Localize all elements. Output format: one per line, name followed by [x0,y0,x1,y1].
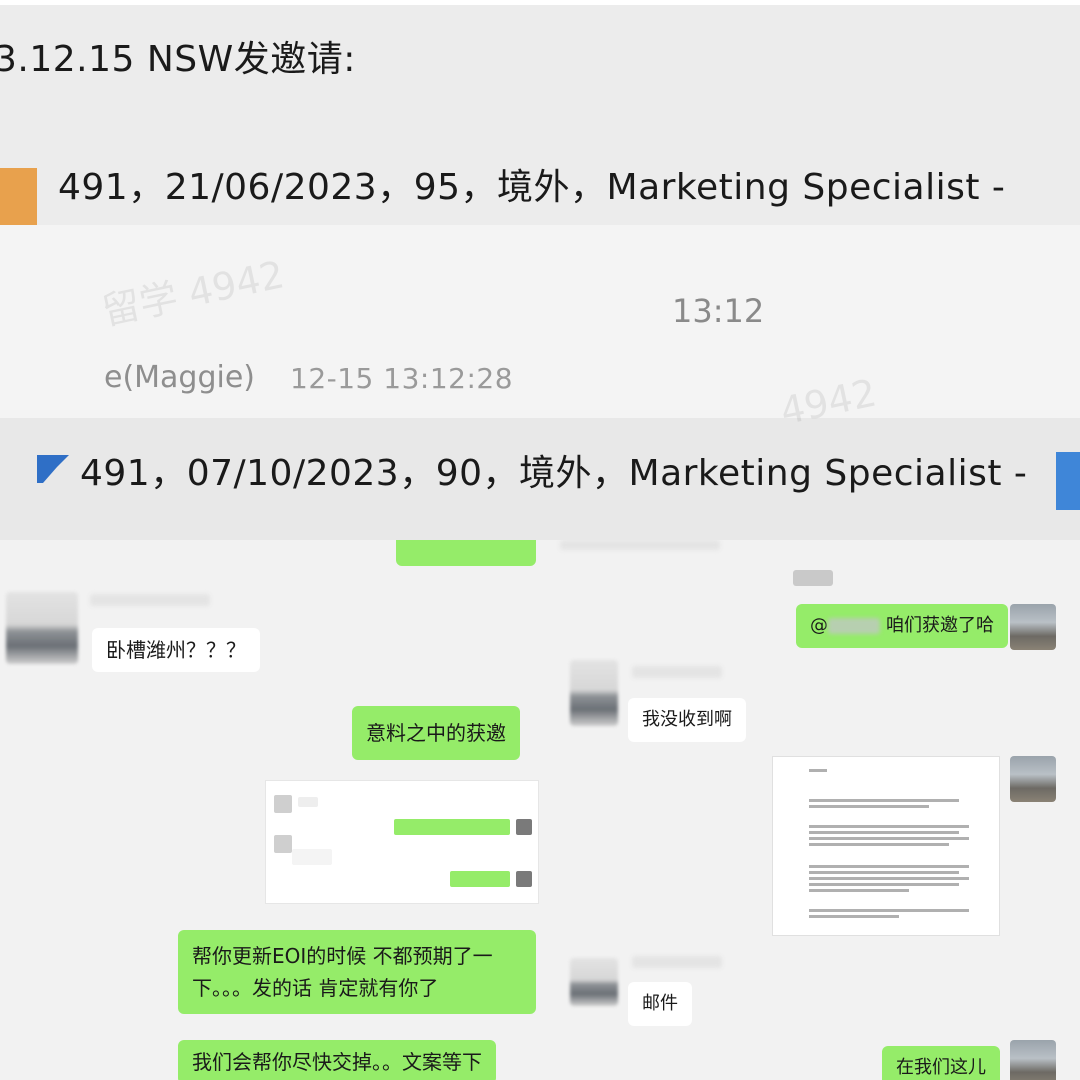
avatar[interactable] [570,958,618,1006]
avatar[interactable] [1010,604,1056,650]
message-bubble[interactable]: 意料之中的获邀 [352,706,520,760]
message-bubble[interactable]: 邮件 [628,982,692,1026]
zoomed-header-screenshot: 留学 4942 4942 3.12.15 NSW发邀请: 491，21/06/2… [0,0,1080,540]
avatar[interactable] [570,660,618,726]
blurred-mention [828,618,880,634]
message-text: 咱们获邀了哈 [886,615,994,636]
sender-name: e(Maggie) [104,360,256,395]
message-bubble[interactable]: 卧槽潍州？？？ [92,628,260,672]
sender-timestamp: 12-15 13:12:28 [290,362,514,395]
invite-line-2: 491，07/10/2023，90，境外，Marketing Specialis… [80,453,1028,494]
message-bubble[interactable]: 帮你更新EOI的时候 不都预期了一下。。。发的话 肯定就有你了 [178,930,536,1014]
blurred-time [793,570,833,586]
avatar[interactable] [1010,756,1056,802]
blue-edge-tab [1056,452,1080,510]
blurred-sender-name [632,666,722,678]
chat-conversation[interactable]: 卧槽潍州？？？ @ 咱们获邀了哈 我没收到啊 意料之中的获邀 帮你更新EOI的时… [0,540,1080,1080]
chat-screenshot-image[interactable] [265,780,539,904]
cutoff-bubble[interactable] [396,540,536,566]
document-screenshot-image[interactable] [772,756,1000,936]
zoom-title: 3.12.15 NSW发邀请: [0,39,356,80]
message-bubble[interactable]: 我没收到啊 [628,698,746,742]
blue-flag-icon [37,455,69,483]
message-time: 13:12 [672,292,765,330]
avatar[interactable] [6,592,78,664]
blurred-header-name [560,540,720,550]
blurred-sender-name [90,594,210,606]
avatar[interactable] [1010,1040,1056,1080]
invite-line-1: 491，21/06/2023，95，境外，Marketing Specialis… [58,167,1006,208]
message-bubble[interactable]: 我们会帮你尽快交掉。。文案等下 [178,1040,496,1080]
orange-tag-icon [0,168,37,225]
mention-at: @ [810,615,828,636]
message-bubble[interactable]: 在我们这儿 [882,1046,1000,1080]
message-bubble[interactable]: @ 咱们获邀了哈 [796,604,1008,648]
message-text: 帮你更新EOI的时候 不都预期了一下。。。发的话 肯定就有你了 [192,944,493,1000]
blurred-sender-name [632,956,722,968]
